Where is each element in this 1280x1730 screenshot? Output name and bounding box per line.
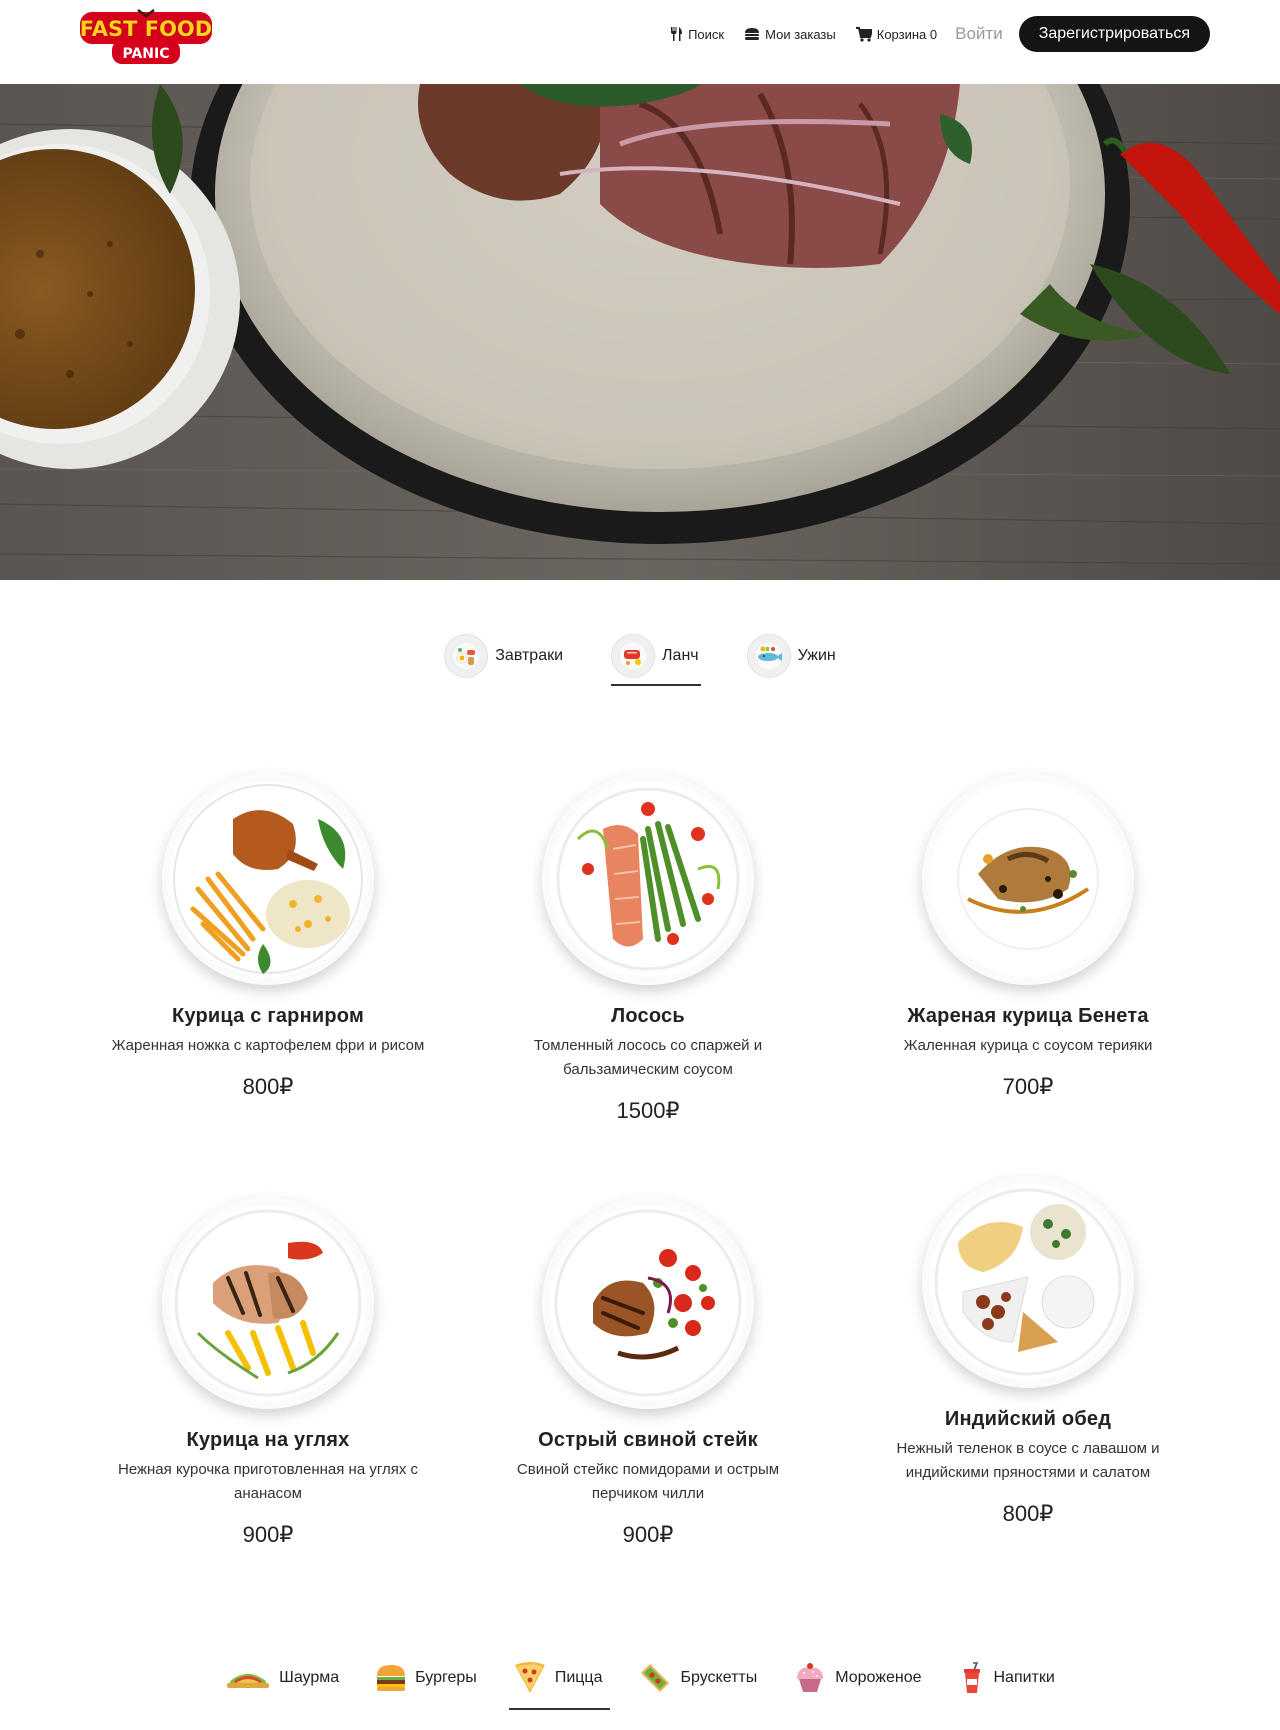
- dish-name: Индийский обед: [944, 1408, 1112, 1430]
- tab-burgers[interactable]: Бургеры: [371, 1656, 481, 1700]
- bruschetta-icon: [641, 1664, 670, 1692]
- cart-icon: [855, 26, 872, 42]
- dish-name: Курица на углях: [186, 1429, 350, 1451]
- dish-price: 800₽: [242, 1074, 294, 1099]
- dish-image: [542, 773, 754, 985]
- dish-card[interactable]: Курица с гарниром Жаренная ножка с карто…: [108, 773, 428, 1100]
- burger-icon: [377, 1665, 406, 1691]
- dish-name: Жареная курица Бенета: [907, 1005, 1149, 1027]
- tab-drinks-label: Напитки: [993, 1669, 1055, 1686]
- dish-image: [162, 1197, 374, 1409]
- logo-line-2: PANIC: [122, 46, 169, 62]
- dish-image: [922, 1176, 1134, 1388]
- dinner-icon: [746, 634, 791, 678]
- register-button[interactable]: Зарегистрироваться: [1018, 16, 1210, 52]
- tab-bruschetta-label: Брускетты: [680, 1669, 758, 1686]
- tab-pizza[interactable]: Пицца: [508, 1656, 611, 1710]
- tab-dinner[interactable]: Ужин: [739, 632, 844, 680]
- dish-image: [542, 1197, 754, 1409]
- nav-orders-label: Мои заказы: [765, 26, 836, 42]
- tab-lunch-label: Ланч: [662, 647, 699, 664]
- dish-price: 1500₽: [616, 1098, 680, 1123]
- dish-name: Острый свиной стейк: [538, 1429, 758, 1451]
- tab-shawarma[interactable]: Шаурма: [221, 1656, 343, 1700]
- burger-small-icon: [745, 28, 760, 40]
- logo-line-1: FAST FOOD: [80, 17, 212, 41]
- dish-description: Свиной стейкс помидорами и острым перчик…: [516, 1461, 780, 1502]
- dish-image: [922, 773, 1134, 985]
- tab-bruschetta[interactable]: Брускетты: [634, 1656, 761, 1700]
- shawarma-icon: [227, 1674, 270, 1688]
- dish-price: 700₽: [1002, 1074, 1054, 1099]
- tab-ice-cream-label: Мороженое: [835, 1669, 922, 1686]
- category-tabs: Шаурма Бургеры Пицца Брускетты Мороженое…: [0, 1650, 1280, 1710]
- dish-description: Жаленная курица с соусом терияки: [903, 1037, 1153, 1054]
- nav-cart-label: Корзина 0: [876, 26, 938, 42]
- dish-description: Томленный лосось со спаржей и бальзамиче…: [533, 1037, 763, 1078]
- nav-cart[interactable]: Корзина 0: [855, 26, 938, 42]
- login-link[interactable]: Войти: [955, 24, 1003, 44]
- tab-dinner-label: Ужин: [797, 647, 836, 664]
- tab-ice-cream[interactable]: Мороженое: [789, 1656, 925, 1700]
- top-nav: Поиск Мои заказы Корзина 0 Войти Зарегис…: [649, 16, 1210, 52]
- nav-orders[interactable]: Мои заказы: [744, 27, 836, 42]
- dish-price: 900₽: [242, 1522, 294, 1547]
- cutlery-icon: [671, 27, 683, 41]
- brand-logo[interactable]: FAST FOOD PANIC: [78, 6, 214, 66]
- hero-food-image: [0, 84, 1280, 580]
- nav-search[interactable]: Поиск: [669, 26, 724, 42]
- ice-cream-icon: [797, 1663, 824, 1692]
- dish-name: Лосось: [611, 1005, 685, 1027]
- dish-card[interactable]: Индийский обед Нежный теленок в соусе с …: [868, 1176, 1188, 1527]
- dish-image: [162, 773, 374, 985]
- dish-name: Курица с гарниром: [172, 1005, 364, 1027]
- dish-card[interactable]: Жареная курица Бенета Жаленная курица с …: [868, 773, 1188, 1100]
- dish-description: Нежный теленок в соусе с лавашом и индий…: [896, 1440, 1160, 1481]
- meal-tabs: Завтраки Ланч Ужин: [0, 632, 1280, 688]
- tab-breakfast[interactable]: Завтраки: [436, 632, 571, 680]
- hero-banner: [0, 84, 1280, 580]
- drink-icon: [963, 1662, 980, 1693]
- tab-pizza-label: Пицца: [554, 1669, 603, 1686]
- tab-breakfast-label: Завтраки: [495, 647, 564, 664]
- breakfast-icon: [444, 634, 489, 678]
- dish-card[interactable]: Острый свиной стейк Свиной стейкс помидо…: [488, 1197, 808, 1548]
- pizza-icon: [514, 1662, 545, 1693]
- tab-lunch[interactable]: Ланч: [603, 632, 707, 686]
- dish-price: 800₽: [1002, 1501, 1054, 1526]
- dish-price: 900₽: [622, 1522, 674, 1547]
- lunch-icon: [611, 634, 656, 678]
- dish-description: Жаренная ножка с картофелем фри и рисом: [111, 1037, 425, 1054]
- dish-description: Нежная курочка приготовленная на углях с…: [117, 1461, 419, 1502]
- tab-burgers-label: Бургеры: [415, 1669, 477, 1686]
- tab-shawarma-label: Шаурма: [279, 1669, 340, 1686]
- site-header: FAST FOOD PANIC Поиск Мои заказы Корзина…: [0, 0, 1280, 84]
- nav-search-label: Поиск: [688, 26, 725, 42]
- dish-card[interactable]: Лосось Томленный лосось со спаржей и бал…: [488, 773, 808, 1124]
- tab-drinks[interactable]: Напитки: [954, 1656, 1059, 1700]
- dish-card[interactable]: Курица на углях Нежная курочка приготовл…: [108, 1197, 428, 1548]
